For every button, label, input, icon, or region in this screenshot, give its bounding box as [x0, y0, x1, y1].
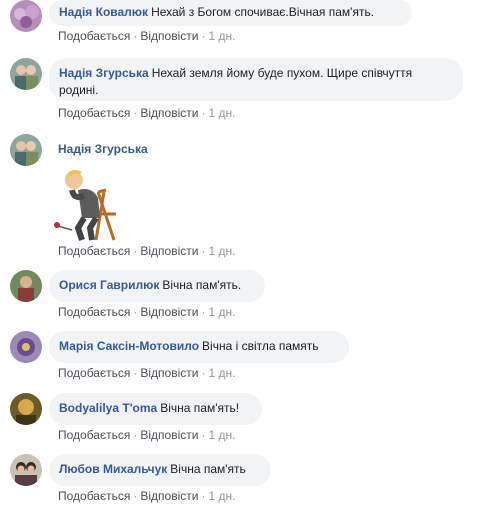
comment-text: Вічна і світла память — [202, 339, 319, 353]
reply-link[interactable]: Відповісти — [140, 489, 198, 503]
timestamp[interactable]: 1 дн. — [208, 106, 235, 120]
comment-author[interactable]: Надія Згурська — [59, 66, 149, 80]
comment-bubble: Любов Михальчук Вічна пам'ять — [49, 454, 271, 486]
comment-actions: Подобається · Відповісти · 1 дн. — [58, 244, 236, 258]
comment-author[interactable]: Любов Михальчук — [59, 462, 167, 476]
timestamp[interactable]: 1 дн. — [208, 428, 235, 442]
avatar[interactable] — [10, 454, 42, 486]
comment-actions: Подобається · Відповісти · 1 дн. — [58, 305, 236, 319]
reply-link[interactable]: Відповісти — [140, 106, 198, 120]
avatar[interactable] — [10, 393, 42, 425]
like-link[interactable]: Подобається — [58, 366, 130, 380]
comment-actions: Подобається · Відповісти · 1 дн. — [58, 366, 236, 380]
comment-author[interactable]: Орися Гаврилюк — [59, 278, 159, 292]
comment-actions: Подобається · Відповісти · 1 дн. — [58, 29, 236, 43]
comment-text: Вічна пам'ять. — [162, 278, 242, 292]
comment-actions: Подобається · Відповісти · 1 дн. — [58, 106, 236, 120]
timestamp[interactable]: 1 дн. — [208, 244, 235, 258]
timestamp[interactable]: 1 дн. — [208, 29, 235, 43]
avatar[interactable] — [10, 58, 42, 90]
comment-bubble: Надія Згурська Нехай земля йому буде пухо… — [49, 58, 463, 101]
comment-author[interactable]: Марія Саксін-Мотовило — [59, 339, 199, 353]
comment-bubble: Орися Гаврилюк Вічна пам'ять. — [49, 270, 265, 302]
comment-author[interactable]: Надія Згурська — [58, 142, 148, 156]
avatar[interactable] — [10, 0, 42, 32]
comment-actions: Подобається · Відповісти · 1 дн. — [58, 428, 236, 442]
comment-bubble: Надія Ковалюк Нехай з Богом спочиває.Вічн… — [49, 0, 412, 26]
avatar[interactable] — [10, 270, 42, 302]
like-link[interactable]: Подобається — [58, 244, 130, 258]
avatar[interactable] — [10, 331, 42, 363]
avatar[interactable] — [10, 134, 42, 166]
mourning-man-sticker-icon[interactable] — [48, 162, 128, 242]
comment-text: Нехай з Богом спочиває.Вічная пам'ять. — [151, 5, 375, 19]
timestamp[interactable]: 1 дн. — [208, 366, 235, 380]
reply-link[interactable]: Відповісти — [140, 29, 198, 43]
comment-bubble: Марія Саксін-Мотовило Вічна і світла памя… — [49, 331, 349, 363]
like-link[interactable]: Подобається — [58, 428, 130, 442]
reply-link[interactable]: Відповісти — [140, 244, 198, 258]
reply-link[interactable]: Відповісти — [140, 428, 198, 442]
timestamp[interactable]: 1 дн. — [208, 489, 235, 503]
like-link[interactable]: Подобається — [58, 29, 130, 43]
reply-link[interactable]: Відповісти — [140, 366, 198, 380]
comment-actions: Подобається · Відповісти · 1 дн. — [58, 489, 236, 503]
comment-bubble: Bodyalilya T'oma Вічна пам'ять! — [49, 393, 262, 425]
comment-text: Вічна пам'ять — [170, 462, 246, 476]
timestamp[interactable]: 1 дн. — [208, 305, 235, 319]
like-link[interactable]: Подобається — [58, 106, 130, 120]
comment-author[interactable]: Bodyalilya T'oma — [59, 401, 157, 415]
like-link[interactable]: Подобається — [58, 305, 130, 319]
comment-text: Вічна пам'ять! — [160, 401, 240, 415]
comment-author[interactable]: Надія Ковалюк — [59, 5, 148, 19]
like-link[interactable]: Подобається — [58, 489, 130, 503]
reply-link[interactable]: Відповісти — [140, 305, 198, 319]
